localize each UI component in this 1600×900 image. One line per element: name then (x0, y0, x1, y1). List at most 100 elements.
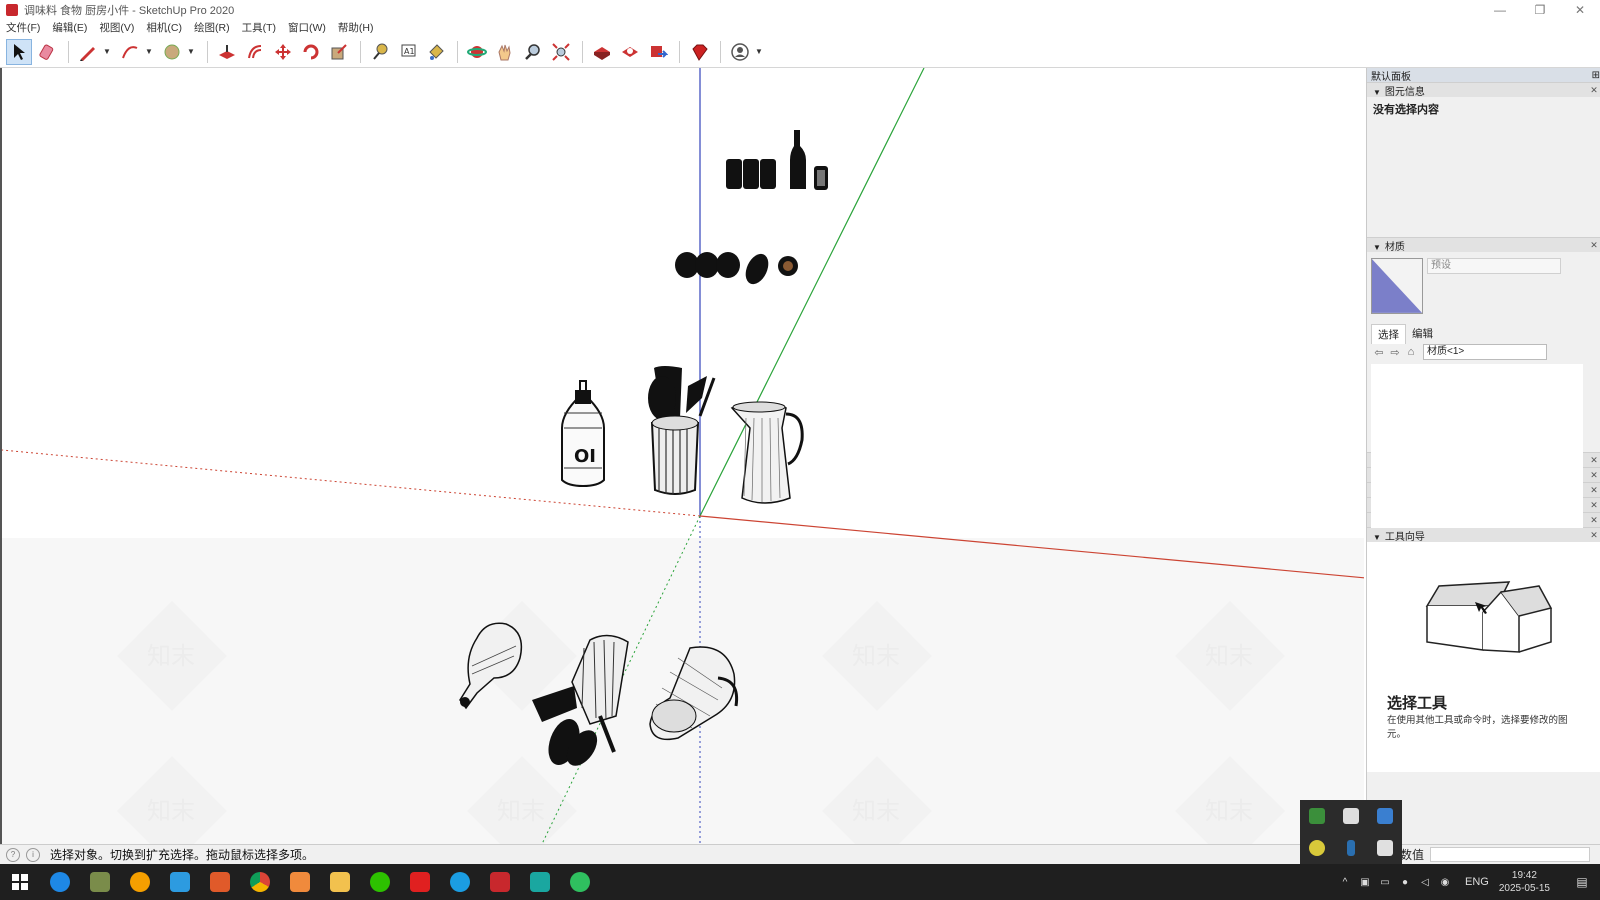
zoom-extents-tool-button[interactable] (548, 39, 574, 65)
network-app-icon[interactable] (1343, 808, 1359, 824)
taskbar-media[interactable] (200, 864, 240, 900)
chevron-up-icon[interactable]: ^ (1335, 877, 1355, 888)
rotate-tool-button[interactable] (298, 39, 324, 65)
taskbar-3dsmax[interactable] (520, 864, 560, 900)
taskbar-green-app[interactable] (560, 864, 600, 900)
nvidia-icon[interactable] (1309, 808, 1325, 824)
taskbar-wechat[interactable] (360, 864, 400, 900)
taskbar-chrome[interactable] (240, 864, 280, 900)
3d-warehouse-button[interactable] (589, 39, 615, 65)
entity-info-header[interactable]: ▼ 图元信息 ✕ (1367, 82, 1600, 98)
menu-file[interactable]: 文件(F) (6, 20, 40, 35)
taskbar-sketchup[interactable] (480, 864, 520, 900)
water-pitcher[interactable] (730, 401, 804, 504)
defender-icon[interactable] (1377, 808, 1393, 824)
tray-app-icon[interactable] (1377, 840, 1393, 856)
info-icon[interactable]: i (26, 847, 40, 862)
measurements-box[interactable] (1430, 847, 1590, 862)
push-pull-tool-button[interactable] (214, 39, 240, 65)
materials-header[interactable]: ▼ 材质 ✕ (1367, 237, 1600, 253)
menu-edit[interactable]: 编辑(E) (52, 20, 87, 35)
tab-select[interactable]: 选择 (1371, 324, 1406, 344)
offset-tool-button[interactable] (242, 39, 268, 65)
tray-app-icon[interactable] (1309, 840, 1325, 856)
spice-jar-group[interactable] (726, 130, 828, 190)
taskbar-explorer[interactable] (320, 864, 360, 900)
select-tool-button[interactable] (6, 38, 32, 65)
input-language[interactable]: ENG (1465, 876, 1489, 888)
taskbar-browser[interactable] (120, 864, 160, 900)
close-icon[interactable]: ✕ (1588, 530, 1600, 541)
arc-tool-button[interactable] (117, 39, 143, 65)
account-dropdown-icon[interactable]: ▼ (755, 47, 765, 56)
spice-lids-group[interactable] (675, 250, 798, 287)
orbit-tool-button[interactable] (464, 39, 490, 65)
tape-measure-tool-button[interactable] (367, 39, 393, 65)
instructor-header[interactable]: ▼ 工具向导 ✕ (1367, 527, 1600, 543)
close-icon[interactable]: ✕ (1588, 470, 1600, 481)
menu-view[interactable]: 视图(V) (99, 20, 134, 35)
close-icon[interactable]: ✕ (1588, 240, 1600, 251)
material-name-field[interactable]: 预设 (1427, 258, 1561, 274)
pencil-dropdown-icon[interactable]: ▼ (103, 47, 113, 56)
material-swatch[interactable] (1371, 258, 1423, 314)
taskbar-app[interactable] (280, 864, 320, 900)
oil-bottle[interactable]: OI (561, 380, 605, 488)
scale-tool-button[interactable] (326, 39, 352, 65)
network-icon[interactable]: ▭ (1375, 877, 1395, 888)
taskbar-shield[interactable] (160, 864, 200, 900)
material-collection-select[interactable]: 材质<1> (1423, 344, 1547, 360)
taskbar-paint[interactable] (80, 864, 120, 900)
pencil-tool-button[interactable] (75, 39, 101, 65)
pan-tool-button[interactable] (492, 39, 518, 65)
toolbar-separator (207, 40, 208, 63)
tray-icon[interactable]: ● (1395, 877, 1415, 888)
taskbar-acrobat[interactable] (400, 864, 440, 900)
material-list[interactable] (1371, 364, 1583, 528)
menu-draw[interactable]: 绘图(R) (194, 20, 230, 35)
account-button[interactable] (727, 39, 753, 65)
modeling-viewport[interactable]: 知末 知末 知末 知末 知末 知末 知末 OI (0, 68, 1364, 844)
close-icon[interactable]: ✕ (1588, 85, 1600, 96)
ruby-console-button[interactable] (686, 39, 712, 65)
home-icon[interactable]: ⌂ (1403, 346, 1419, 358)
forward-arrow-icon[interactable]: ⇨ (1387, 346, 1403, 359)
minimize-button[interactable]: — (1480, 0, 1520, 20)
move-tool-button[interactable] (270, 39, 296, 65)
restore-button[interactable]: ❐ (1520, 0, 1560, 20)
extension-warehouse-button[interactable] (617, 39, 643, 65)
taskbar-edge[interactable] (440, 864, 480, 900)
close-icon[interactable]: ✕ (1588, 500, 1600, 511)
shape-dropdown-icon[interactable]: ▼ (187, 47, 197, 56)
close-icon[interactable]: ✕ (1588, 485, 1600, 496)
zoom-tool-button[interactable] (520, 39, 546, 65)
utensil-holder[interactable] (648, 366, 716, 495)
start-button[interactable] (0, 864, 40, 900)
geo-location-icon[interactable]: ? (6, 847, 20, 862)
menu-camera[interactable]: 相机(C) (146, 20, 182, 35)
scene-canvas[interactable]: 知末 知末 知末 知末 知末 知末 知末 OI (2, 68, 1364, 844)
eraser-tool-button[interactable] (34, 39, 60, 65)
menu-tools[interactable]: 工具(T) (242, 20, 276, 35)
wechat-tray-icon[interactable]: ◉ (1435, 877, 1455, 888)
tab-edit[interactable]: 编辑 (1406, 324, 1439, 344)
shape-tool-button[interactable] (159, 39, 185, 65)
close-icon[interactable]: ✕ (1588, 515, 1600, 526)
close-icon[interactable]: ✕ (1588, 455, 1600, 466)
bluetooth-icon[interactable] (1347, 840, 1355, 856)
volume-icon[interactable]: ◁ (1415, 877, 1435, 888)
tray-pin-icon[interactable]: ⊞ (1592, 70, 1600, 81)
clock[interactable]: 19:42 2025-05-15 (1499, 869, 1550, 895)
menu-window[interactable]: 窗口(W) (288, 20, 326, 35)
close-button[interactable]: ✕ (1560, 0, 1600, 20)
taskbar-ie[interactable] (40, 864, 80, 900)
tray-icon[interactable]: ▣ (1355, 877, 1375, 888)
send-to-layout-button[interactable] (645, 39, 671, 65)
paint-bucket-tool-button[interactable] (423, 39, 449, 65)
menu-help[interactable]: 帮助(H) (338, 20, 374, 35)
back-arrow-icon[interactable]: ⇦ (1371, 346, 1387, 359)
watermark-text: 知末 (1205, 642, 1253, 670)
text-tool-button[interactable]: A1 (395, 39, 421, 65)
arc-dropdown-icon[interactable]: ▼ (145, 47, 155, 56)
notification-icon[interactable]: ▤ (1564, 875, 1600, 889)
